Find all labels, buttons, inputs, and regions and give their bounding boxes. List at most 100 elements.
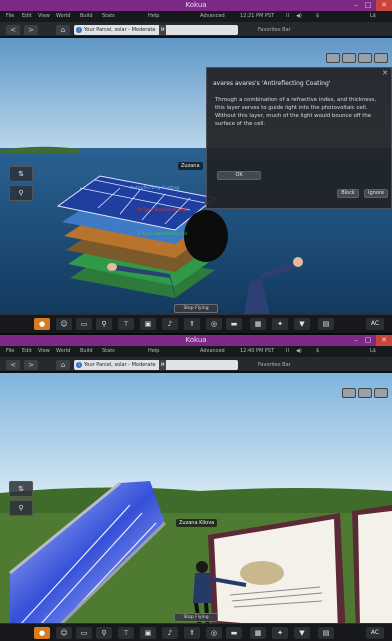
search-icon[interactable]: ⚲: [96, 627, 112, 639]
places-side-button[interactable]: ⚲: [9, 185, 33, 201]
camera-button-1[interactable]: [326, 53, 340, 63]
places-icon[interactable]: ✦: [272, 627, 288, 639]
volume-icon[interactable]: ◀): [296, 11, 302, 22]
menu-file[interactable]: File: [6, 346, 14, 357]
minimize-button[interactable]: –: [350, 0, 362, 11]
people-icon[interactable]: ☺: [56, 318, 72, 330]
speak-icon[interactable]: ●: [34, 627, 50, 639]
close-button[interactable]: ✕: [376, 335, 392, 346]
location-field[interactable]: i Your Parcel, solar - Moderate M: [74, 25, 238, 35]
forward-button[interactable]: >: [24, 25, 38, 35]
menu-view[interactable]: View: [38, 346, 50, 357]
mini-map-icon[interactable]: ▬: [226, 627, 242, 639]
maximize-button[interactable]: □: [362, 0, 374, 11]
3d-viewport[interactable]: ⇅ ⚲ Zuzana Antireflecting Coating N-Type…: [0, 38, 392, 314]
menu-view[interactable]: View: [38, 11, 50, 22]
back-button[interactable]: <: [6, 25, 20, 35]
appearance-icon[interactable]: ▼: [294, 627, 310, 639]
people-icon[interactable]: ☺: [56, 627, 72, 639]
snapshot-icon[interactable]: ▭: [76, 627, 92, 639]
title-bar[interactable]: Kokua – □ ✕: [0, 0, 392, 11]
menu-stats[interactable]: Stats: [102, 11, 115, 22]
location-text: Your Parcel, solar - Moderate: [84, 27, 156, 33]
menu-world[interactable]: World: [56, 11, 70, 22]
camera-button-3[interactable]: [358, 53, 372, 63]
info-board-right[interactable]: [352, 505, 392, 637]
appearance-icon[interactable]: ▼: [294, 318, 310, 330]
dialog-close-button[interactable]: ✕: [382, 69, 388, 77]
places-side-button[interactable]: ⚲: [9, 500, 33, 516]
world-map-icon[interactable]: ▦: [250, 318, 266, 330]
object-dialog: ✕ avares avares's 'Antireflecting Coatin…: [206, 67, 392, 209]
world-map-icon[interactable]: ▦: [250, 627, 266, 639]
menu-file[interactable]: File: [6, 11, 14, 22]
pause-icon[interactable]: II: [286, 11, 289, 22]
info-icon[interactable]: i: [76, 27, 82, 33]
inventory-icon[interactable]: ▣: [140, 627, 156, 639]
search-icon[interactable]: ⚲: [96, 318, 112, 330]
menu-help[interactable]: Help: [148, 11, 159, 22]
buy-currency-icon[interactable]: $: [316, 346, 319, 357]
pause-icon[interactable]: II: [286, 346, 289, 357]
close-button[interactable]: ✕: [376, 0, 392, 11]
location-pin-icon: ⚲: [18, 189, 24, 197]
forward-button[interactable]: >: [24, 360, 38, 370]
stop-flying-button[interactable]: Stop Flying: [174, 613, 218, 622]
favorites-bar[interactable]: Favorites Bar: [258, 25, 291, 35]
move-icon[interactable]: ⇑: [184, 318, 200, 330]
menu-bar: File Edit View World Build Stats Help Ad…: [0, 11, 392, 22]
location-field[interactable]: i Your Parcel, solar - Moderate M: [74, 360, 238, 370]
places-icon[interactable]: ✦: [272, 318, 288, 330]
camera-button-1[interactable]: [342, 388, 356, 398]
menu-edit[interactable]: Edit: [22, 346, 32, 357]
buy-currency-icon[interactable]: $: [316, 11, 319, 22]
media-icon[interactable]: ▤: [318, 627, 334, 639]
walk-button[interactable]: ⇅: [9, 166, 33, 182]
gestures-icon[interactable]: ♪: [162, 318, 178, 330]
menu-bar: File Edit View World Build Stats Help Ad…: [0, 346, 392, 357]
camera-button-2[interactable]: [358, 388, 372, 398]
menu-world[interactable]: World: [56, 346, 70, 357]
dialog-ignore-button[interactable]: Ignore: [364, 189, 388, 198]
avatar-name-tag: Zuzana: [178, 162, 203, 170]
camera-button-4[interactable]: [374, 53, 388, 63]
view-icon[interactable]: ◎: [206, 627, 222, 639]
3d-viewport[interactable]: ⇅ ⚲ Zuzana Kilova Stop Flying: [0, 373, 392, 637]
build-icon[interactable]: ⊤: [118, 318, 134, 330]
menu-help[interactable]: Help: [148, 346, 159, 357]
view-icon[interactable]: ◎: [206, 318, 222, 330]
menu-build[interactable]: Build: [80, 346, 93, 357]
favorites-bar[interactable]: Favorites Bar: [258, 360, 291, 370]
stop-flying-button[interactable]: Stop Flying: [174, 304, 218, 313]
camera-button-3[interactable]: [374, 388, 388, 398]
media-icon[interactable]: ▤: [318, 318, 334, 330]
dialog-block-button[interactable]: Block: [337, 189, 359, 198]
build-icon[interactable]: ⊤: [118, 627, 134, 639]
menu-advanced[interactable]: Advanced: [200, 346, 225, 357]
move-icon[interactable]: ⇑: [184, 627, 200, 639]
maximize-button[interactable]: □: [362, 335, 374, 346]
mini-map-icon[interactable]: ▬: [226, 318, 242, 330]
menu-edit[interactable]: Edit: [22, 11, 32, 22]
menu-stats[interactable]: Stats: [102, 346, 115, 357]
balance: L$: [370, 13, 376, 19]
menu-build[interactable]: Build: [80, 11, 93, 22]
title-bar[interactable]: Kokua – □ ✕: [0, 335, 392, 346]
walk-button[interactable]: ⇅: [9, 481, 33, 497]
window-title: Kokua: [185, 336, 207, 344]
ac-button[interactable]: AC: [366, 318, 384, 330]
home-button[interactable]: ⌂: [56, 360, 70, 370]
menu-advanced[interactable]: Advanced: [200, 11, 225, 22]
info-icon[interactable]: i: [76, 362, 82, 368]
home-button[interactable]: ⌂: [56, 25, 70, 35]
speak-icon[interactable]: ●: [34, 318, 50, 330]
snapshot-icon[interactable]: ▭: [76, 318, 92, 330]
inventory-icon[interactable]: ▣: [140, 318, 156, 330]
camera-button-2[interactable]: [342, 53, 356, 63]
minimize-button[interactable]: –: [350, 335, 362, 346]
dialog-ok-button[interactable]: OK: [217, 171, 261, 180]
back-button[interactable]: <: [6, 360, 20, 370]
gestures-icon[interactable]: ♪: [162, 627, 178, 639]
volume-icon[interactable]: ◀): [296, 346, 302, 357]
ac-button[interactable]: AC: [366, 627, 384, 639]
